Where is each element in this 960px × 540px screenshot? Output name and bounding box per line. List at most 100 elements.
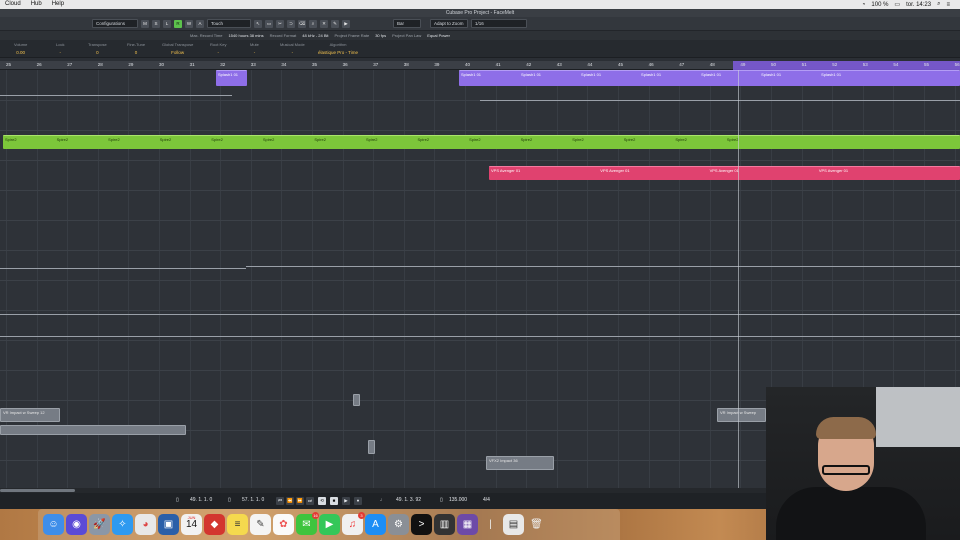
ruler-bar-26[interactable]: 26 [37,62,42,67]
audio-event-impact-2[interactable]: VR Impact w Sweep [717,408,766,422]
left-locator-value[interactable]: 49. 1. 1. 0 [190,497,212,503]
cubase-icon[interactable]: ◆ [204,514,225,535]
ruler-bar-38[interactable]: 38 [404,62,409,67]
system-preferences-icon[interactable]: ⚙ [388,514,409,535]
cycle-button[interactable]: ⟲ [318,497,326,505]
ruler-bar-42[interactable]: 42 [526,62,531,67]
midi-part-avenger[interactable]: VPS Avenger 01 VPS Avenger 01 VPS Avenger … [489,166,960,180]
ruler-bar-45[interactable]: 45 [618,62,623,67]
right-locator-icon[interactable]: ▯ [228,497,231,503]
textedit-icon[interactable]: ✎ [250,514,271,535]
play-tool-icon[interactable]: ▶ [342,19,350,28]
calendar-icon[interactable]: JUN 14 [181,514,202,535]
photos-icon[interactable]: ✿ [273,514,294,535]
ruler-bar-31[interactable]: 31 [190,62,195,67]
play-button[interactable]: ▶ [342,497,350,505]
ruler-bar-41[interactable]: 41 [496,62,501,67]
automation-line[interactable] [0,268,246,269]
ruler-bar-34[interactable]: 34 [281,62,286,67]
ruler-bar-43[interactable]: 43 [557,62,562,67]
param-root-key[interactable]: Root Key - [210,42,226,55]
ruler-bar-54[interactable]: 54 [893,62,898,67]
automation-line[interactable] [246,266,960,267]
ruler-bar-30[interactable]: 30 [159,62,164,67]
ruler-bar-49[interactable]: 49 [740,62,745,67]
finder-icon[interactable]: ☺ [43,514,64,535]
position-display[interactable]: 49. 1. 3. 92 [396,497,421,503]
listen-button[interactable]: L [163,19,171,28]
notification-icon[interactable]: ≡ [946,2,950,8]
automation-mode-dropdown[interactable]: Touch [207,19,251,28]
param-global-transpose[interactable]: Global Transpose Follow [162,42,193,55]
audio-event-small[interactable] [353,394,360,406]
menu-item-hub[interactable]: Hub [26,0,47,9]
ruler-bar-56[interactable]: 56 [955,62,960,67]
ruler-bar-52[interactable]: 52 [832,62,837,67]
wifi-icon[interactable]: ◔ [862,2,866,8]
mute-button[interactable]: M [141,19,149,28]
ruler-bar-32[interactable]: 32 [220,62,225,67]
midi-part-spire[interactable]: Spire2 Spire2 Spire2 Spire2 Spire2 Spire2 Spir… [3,135,960,149]
ruler-bar-48[interactable]: 48 [710,62,715,67]
solo-button[interactable]: S [152,19,160,28]
ruler-bar-40[interactable]: 40 [465,62,470,67]
automation-line[interactable] [0,314,960,315]
ruler-bar-47[interactable]: 47 [679,62,684,67]
metronome-icon[interactable]: ♩ [380,497,385,503]
quantize-dropdown[interactable]: 1/16 [471,19,527,28]
mute-tool-icon[interactable]: ✕ [320,19,328,28]
app-store-icon[interactable]: A [365,514,386,535]
ruler-bar-29[interactable]: 29 [128,62,133,67]
ruler-bar-36[interactable]: 36 [343,62,348,67]
split-tool-icon[interactable]: ✂ [276,19,284,28]
facetime-icon[interactable]: ▶ [319,514,340,535]
param-fine-tune[interactable]: Fine-Tune 0 [127,42,145,55]
ruler-bar-39[interactable]: 39 [434,62,439,67]
param-lock[interactable]: Lock - [56,42,64,55]
chrome-icon[interactable]: ◕ [135,514,156,535]
timeline-ruler[interactable]: 25 26 27 28 29 30 31 32 33 34 35 36 37 38 39 40 41 42 43 44… [0,61,960,70]
notes-icon[interactable]: ≡ [227,514,248,535]
terminal-icon[interactable]: > [411,514,432,535]
ruler-bar-33[interactable]: 33 [251,62,256,67]
draw-tool-icon[interactable]: ✎ [331,19,339,28]
ruler-bar-50[interactable]: 50 [771,62,776,67]
documents-folder-icon[interactable]: ▤ [503,514,524,535]
param-mute[interactable]: Mute - [250,42,259,55]
piano-app-icon[interactable]: ▥ [434,514,455,535]
midi-part-synth[interactable]: Splash1 01 [216,70,247,86]
stop-button[interactable]: ■ [330,497,338,505]
trash-icon[interactable]: 🗑 [526,514,547,535]
pan-law-value[interactable]: Equal Power [427,33,450,38]
zoom-tool-icon[interactable]: ⌕ [309,19,317,28]
param-musical-mode[interactable]: Musical Mode - [280,42,305,55]
record-format-value[interactable]: 48 kHz - 24 Bit [302,33,328,38]
rewind-button[interactable]: ⏪ [286,497,294,505]
go-to-end-button[interactable]: ⏭ [306,497,314,505]
go-to-start-button[interactable]: ⏮ [276,497,284,505]
automation-line[interactable] [480,100,960,101]
param-volume[interactable]: Volume 0.00 [14,42,27,55]
ruler-bar-25[interactable]: 25 [6,62,11,67]
zoom-adapt-dropdown[interactable]: Adapt to Zoom [430,19,468,28]
signature-display[interactable]: 4/4 [483,497,490,503]
spotlight-icon[interactable]: ⌕ [937,1,940,8]
automation-line[interactable] [0,95,232,96]
media-app-icon[interactable]: ▦ [457,514,478,535]
menu-item-help[interactable]: Help [47,0,69,9]
write-button[interactable]: W [185,19,193,28]
time-format-icon[interactable]: ▯ [440,497,443,503]
ruler-bar-46[interactable]: 46 [649,62,654,67]
record-button[interactable]: ● [354,497,362,505]
automation-line[interactable] [0,336,960,337]
safari-icon[interactable]: ✧ [112,514,133,535]
range-tool-icon[interactable]: ▭ [265,19,273,28]
clock[interactable]: tor. 14:23 [906,2,931,8]
automation-button[interactable]: A [196,19,204,28]
messages-icon[interactable]: ✉ 16 [296,512,319,535]
configurations-dropdown[interactable]: Configurations [92,19,138,28]
preview-icon[interactable]: ▣ [158,514,179,535]
read-button[interactable]: R [174,19,182,28]
ruler-bar-37[interactable]: 37 [373,62,378,67]
audio-event-small[interactable] [368,440,375,454]
